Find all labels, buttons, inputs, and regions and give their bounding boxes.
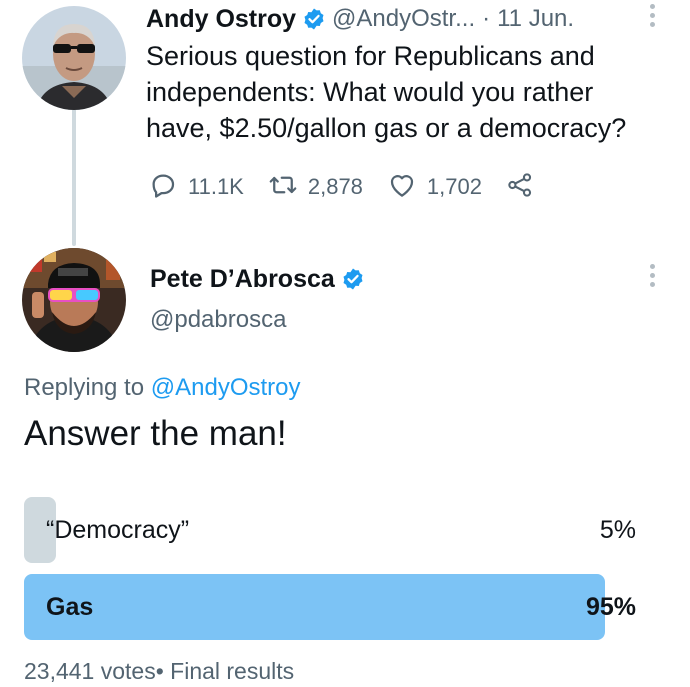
verified-badge-icon bbox=[341, 267, 365, 291]
tweet2-author-handle[interactable]: @pdabrosca bbox=[150, 306, 286, 334]
thread-connector-line bbox=[72, 106, 76, 246]
reply-button[interactable]: 11.1K bbox=[148, 170, 244, 205]
tweet2-text: Answer the man! bbox=[24, 414, 287, 453]
reply-icon bbox=[148, 170, 178, 205]
tweet2-author-name[interactable]: Pete D’Abrosca bbox=[150, 265, 335, 294]
heart-icon bbox=[387, 170, 417, 205]
tweet1-author-name[interactable]: Andy Ostroy bbox=[146, 5, 296, 34]
tweet2-header: Pete D’Abrosca bbox=[150, 262, 371, 296]
like-count: 1,702 bbox=[426, 174, 482, 199]
poll-option-label: “Democracy” bbox=[46, 515, 190, 544]
retweet-icon bbox=[268, 170, 298, 205]
poll-option-percent: 95% bbox=[585, 592, 636, 621]
tweet1-header: Andy Ostroy @AndyOstr... · 11 Jun. bbox=[146, 4, 574, 34]
poll-option-gas: Gas 95% bbox=[24, 574, 636, 640]
tweet1-separator: · bbox=[482, 5, 491, 32]
avatar-pete-dabrosca[interactable] bbox=[22, 248, 126, 352]
tweet1-author-handle[interactable]: @AndyOstr... bbox=[332, 5, 475, 33]
avatar-andy-ostroy[interactable] bbox=[22, 6, 126, 110]
poll-bar bbox=[24, 574, 606, 640]
replying-to-line: Replying to @AndyOstroy bbox=[24, 374, 301, 402]
replying-to-link[interactable]: @AndyOstroy bbox=[151, 374, 301, 401]
share-icon bbox=[506, 171, 534, 204]
poll-footer: 23,441 votes• Final results bbox=[24, 658, 295, 684]
retweet-count: 2,878 bbox=[307, 174, 363, 199]
tweet1-text: Serious question for Republicans and ind… bbox=[146, 41, 627, 143]
reply-count: 11.1K bbox=[188, 174, 244, 199]
tweet1-more-options-icon[interactable] bbox=[648, 4, 656, 34]
poll-option-democracy: “Democracy” 5% bbox=[24, 497, 636, 563]
like-button[interactable]: 1,702 bbox=[387, 170, 482, 205]
verified-badge-icon bbox=[302, 7, 326, 31]
share-button[interactable] bbox=[506, 171, 534, 204]
retweet-button[interactable]: 2,878 bbox=[268, 170, 363, 205]
replying-to-prefix: Replying to bbox=[24, 374, 151, 401]
poll-option-percent: 5% bbox=[599, 515, 636, 544]
tweet1-date[interactable]: 11 Jun. bbox=[497, 5, 574, 33]
poll-option-label: Gas bbox=[46, 592, 94, 621]
tweet2-more-options-icon[interactable] bbox=[648, 264, 656, 294]
tweet1-action-bar: 11.1K 2,878 1,702 bbox=[148, 170, 558, 204]
